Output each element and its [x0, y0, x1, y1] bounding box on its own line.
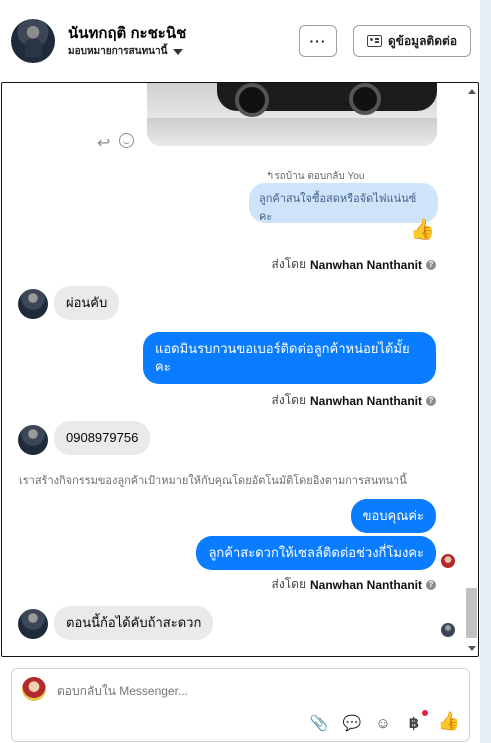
page-avatar [22, 677, 46, 701]
view-contact-info-label: ดูข้อมูลติดต่อ [387, 33, 458, 48]
smile-icon[interactable] [119, 133, 134, 148]
reply-icon[interactable]: ↩ [97, 133, 110, 153]
sent-by-label: ส่งโดย Nanwhan Nanthanit ? [272, 575, 436, 594]
sent-by-prefix: ส่งโดย [271, 577, 306, 591]
sender-name: Nanwhan Nanthanit [309, 257, 422, 272]
photo-wheel [349, 83, 381, 115]
contact-avatar-small[interactable] [18, 609, 48, 639]
contact-card-icon [366, 35, 382, 47]
sent-by-label: ส่งโดย Nanwhan Nanthanit ? [272, 391, 436, 410]
seen-avatar [441, 623, 455, 637]
thumbs-up-icon[interactable]: 👍 [438, 711, 460, 731]
help-icon[interactable]: ? [426, 395, 436, 406]
conversation-header: นันทกฤติ กะชะนิช มอบหมายการสนทนานี้ ··· … [0, 0, 480, 82]
scrollbar-thumb[interactable] [466, 588, 477, 638]
automation-info-text: เราสร้างกิจกรรมของลูกค้าเป้าหมายให้กับคุ… [19, 475, 407, 487]
photo-floor [147, 118, 437, 146]
message-composer: 📎 💬 ☺ ฿ 👍 [11, 668, 470, 742]
incoming-message[interactable]: 0908979756 [54, 421, 151, 455]
help-icon[interactable]: ? [426, 579, 436, 590]
message-thread[interactable]: ↩ ↰รถบ้าน ตอบกลับ You ลูกค้าสนใจซื้อสดหร… [1, 82, 479, 657]
chat-bubble-icon[interactable]: 💬 [343, 714, 362, 732]
reply-context-label: ↰รถบ้าน ตอบกลับ You [266, 171, 365, 182]
baht-icon[interactable]: ฿ [405, 710, 428, 732]
emoji-icon[interactable]: ☺ [374, 714, 392, 732]
sent-by-prefix: ส่งโดย [271, 393, 306, 407]
shared-car-photo[interactable] [147, 83, 437, 146]
help-icon[interactable]: ? [426, 259, 436, 270]
assign-conversation-dropdown[interactable]: มอบหมายการสนทนานี้ [68, 44, 184, 59]
thumbs-up-icon: 👍 [410, 219, 435, 241]
sent-by-prefix: ส่งโดย [271, 257, 306, 271]
contact-avatar-small[interactable] [18, 425, 48, 455]
chevron-down-icon [173, 48, 184, 55]
contact-avatar-small[interactable] [18, 289, 48, 319]
outgoing-message[interactable]: ขอบคุณค่ะ [350, 499, 436, 533]
incoming-message[interactable]: ผ่อนคับ [54, 286, 120, 320]
contact-avatar[interactable] [11, 19, 55, 63]
sender-name: Nanwhan Nanthanit [309, 577, 422, 592]
message-line: แอดมินรบกวนขอเบอร์ติดต่อลูกค้าหน่อยได้มั… [155, 341, 410, 356]
message-line: คะ [155, 359, 171, 374]
assign-label: มอบหมายการสนทนานี้ [68, 46, 168, 57]
scroll-up-arrow[interactable] [468, 89, 476, 94]
incoming-message[interactable]: ตอนนี้ก้อได้คับถ้าสะดวก [54, 606, 214, 640]
photo-wheel [235, 83, 269, 117]
paperclip-icon[interactable]: 📎 [310, 714, 329, 732]
sender-name: Nanwhan Nanthanit [309, 393, 422, 408]
reply-input[interactable] [57, 684, 357, 698]
view-contact-info-button[interactable]: ดูข้อมูลติดต่อ [353, 25, 471, 57]
scroll-down-arrow[interactable] [468, 646, 476, 651]
seen-avatar [441, 554, 455, 568]
more-options-button[interactable]: ··· [299, 25, 337, 57]
outgoing-message[interactable]: ลูกค้าสะดวกให้เซลล์ติดต่อช่วงกี่โมงคะ [196, 536, 436, 570]
outgoing-message[interactable]: แอดมินรบกวนขอเบอร์ติดต่อลูกค้าหน่อยได้มั… [143, 332, 436, 384]
contact-name[interactable]: นันทกฤติ กะชะนิช [68, 21, 186, 45]
window-edge [480, 0, 491, 743]
sent-by-label: ส่งโดย Nanwhan Nanthanit ? [272, 255, 436, 274]
